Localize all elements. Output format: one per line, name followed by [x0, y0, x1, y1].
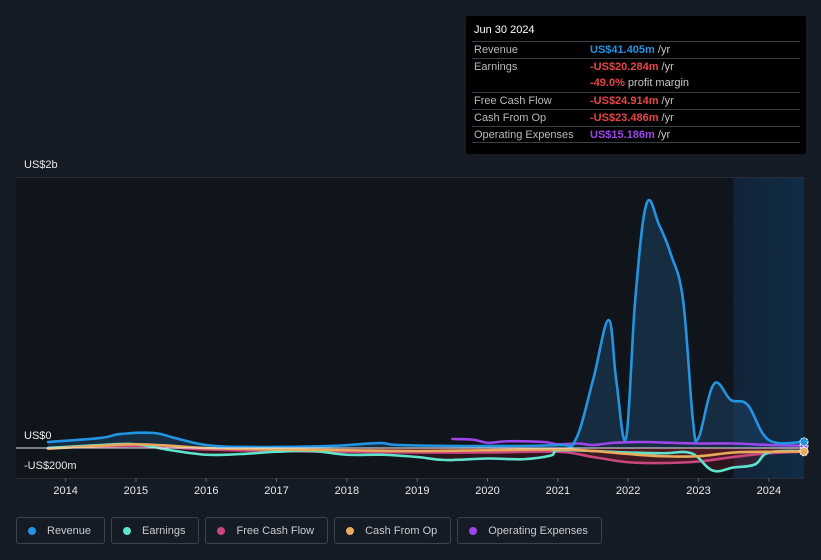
- opex-value: US$15.186m: [590, 129, 655, 141]
- tooltip-value: US$15.186m /yr: [590, 129, 670, 141]
- tooltip-label: Cash From Op: [474, 112, 547, 124]
- tooltip-value: -US$24.914m /yr: [590, 95, 674, 107]
- legend-item-revenue[interactable]: Revenue: [16, 517, 106, 544]
- unit: /yr: [658, 95, 674, 107]
- tooltip-value: US$41.405m /yr: [590, 44, 670, 56]
- x-tick-label: 2018: [334, 485, 360, 497]
- x-tick-label: 2016: [193, 485, 219, 497]
- legend-item-operating-expenses[interactable]: Operating Expenses: [457, 517, 602, 544]
- tooltip-date: Jun 30 2024: [474, 24, 535, 36]
- cfo-value: -US$23.486m: [590, 112, 659, 124]
- tooltip-row-revenue: Revenue US$41.405m /yr: [472, 41, 800, 59]
- revenue-dot-icon: [28, 526, 36, 535]
- y-tick-label-zero: US$0: [24, 430, 52, 442]
- tooltip-row-cfo: Cash From Op -US$23.486m /yr: [472, 109, 800, 127]
- tooltip-label: Earnings: [474, 61, 518, 73]
- tooltip-value: -US$23.486m /yr: [590, 112, 674, 124]
- unit: /yr: [658, 112, 674, 124]
- tooltip-value: -US$20.284m /yr: [590, 61, 674, 73]
- legend-label: Cash From Op: [365, 524, 438, 537]
- legend-label: Revenue: [47, 524, 92, 537]
- revenue-value: US$41.405m: [590, 44, 655, 56]
- legend-label: Earnings: [142, 524, 186, 537]
- profit-margin-value: -49.0%: [590, 77, 625, 89]
- x-tick-label: 2017: [264, 485, 289, 497]
- legend-item-free-cash-flow[interactable]: Free Cash Flow: [205, 517, 329, 544]
- unit: /yr: [654, 129, 671, 141]
- tooltip: Jun 30 2024 Revenue US$41.405m /yr Earni…: [466, 16, 806, 154]
- tooltip-divider: [472, 142, 800, 143]
- x-tick-label: 2021: [545, 485, 571, 497]
- legend-item-cash-from-op[interactable]: Cash From Op: [334, 517, 452, 544]
- unit: /yr: [658, 61, 674, 73]
- end-markers: [799, 437, 809, 457]
- legend-item-earnings[interactable]: Earnings: [111, 517, 200, 544]
- x-tick-label: 2022: [615, 485, 641, 497]
- unit: /yr: [654, 44, 671, 56]
- tooltip-row-earnings: Earnings -US$20.284m /yr: [472, 58, 800, 76]
- x-tick-label: 2019: [404, 485, 430, 497]
- tooltip-row-margin: -49.0% profit margin: [472, 75, 800, 92]
- tooltip-label: Revenue: [474, 44, 519, 56]
- x-tick-label: 2024: [756, 485, 782, 497]
- x-tick-label: 2014: [53, 485, 78, 497]
- tooltip-value: -49.0% profit margin: [590, 77, 689, 89]
- revenue-end-marker: [799, 437, 809, 447]
- legend: Revenue Earnings Free Cash Flow Cash Fro…: [16, 517, 602, 544]
- fcf-value: -US$24.914m: [590, 95, 659, 107]
- x-tick-label: 2023: [686, 485, 711, 497]
- y-tick-label-bottom: -US$200m: [24, 460, 77, 472]
- x-tick-label: 2020: [475, 485, 500, 497]
- cash-from-op-end-marker: [799, 446, 809, 456]
- opex-dot-icon: [469, 526, 478, 535]
- earnings-value: -US$20.284m: [590, 61, 659, 73]
- legend-label: Free Cash Flow: [236, 524, 315, 537]
- earnings-dot-icon: [123, 526, 132, 535]
- cfo-dot-icon: [346, 526, 355, 535]
- x-tick-label: 2015: [123, 485, 149, 497]
- tooltip-row-fcf: Free Cash Flow -US$24.914m /yr: [472, 92, 800, 110]
- tooltip-label: Free Cash Flow: [474, 95, 552, 107]
- legend-label: Operating Expenses: [488, 524, 588, 537]
- unit: profit margin: [624, 77, 690, 89]
- y-tick-label-top: US$2b: [24, 159, 58, 171]
- fcf-dot-icon: [217, 526, 226, 535]
- tooltip-label: Operating Expenses: [474, 129, 574, 141]
